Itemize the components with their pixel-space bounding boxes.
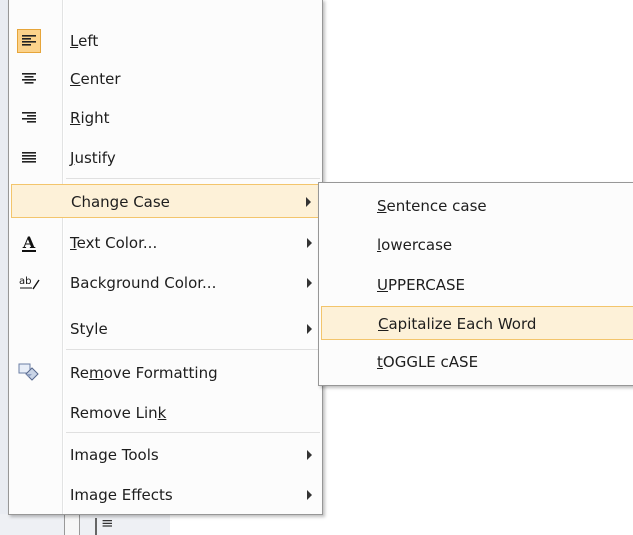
menu-item-text-color[interactable]: A Text Color...	[11, 226, 320, 260]
menu-item-label: Image Tools	[70, 446, 159, 464]
align-justify-icon	[17, 146, 41, 170]
submenu-item-sentence-case[interactable]: Sentence case	[321, 189, 633, 223]
menu-separator	[66, 432, 320, 433]
align-center-icon	[17, 67, 41, 91]
menu-item-image-effects[interactable]: Image Effects	[11, 478, 320, 512]
menu-item-left[interactable]: Left	[11, 24, 320, 58]
menu-item-label: Center	[70, 70, 121, 88]
menu-item-label: Justify	[70, 149, 116, 167]
submenu-arrow-icon	[307, 490, 312, 500]
menu-item-label: Remove Formatting	[70, 364, 218, 382]
submenu-arrow-icon	[307, 450, 312, 460]
menu-item-label: Image Effects	[70, 486, 173, 504]
menu-item-change-case[interactable]: Change Case	[11, 184, 320, 218]
menu-separator	[66, 178, 320, 179]
remove-formatting-icon	[17, 361, 41, 385]
submenu-item-label: lowercase	[377, 236, 453, 254]
menu-item-right[interactable]: Right	[11, 101, 320, 135]
menu-item-background-color[interactable]: ab Background Color...	[11, 266, 320, 300]
menu-item-image-tools[interactable]: Image Tools	[11, 438, 320, 472]
submenu-arrow-icon	[306, 197, 311, 207]
submenu-item-uppercase[interactable]: UPPERCASE	[321, 268, 633, 302]
menu-item-label: Right	[70, 109, 110, 127]
menu-item-label: Text Color...	[70, 234, 158, 252]
align-left-icon	[17, 29, 41, 53]
submenu-item-label: Sentence case	[377, 197, 487, 215]
menu-item-label: Background Color...	[70, 274, 217, 292]
menu-item-label: Remove Link	[70, 404, 167, 422]
menu-item-label: Change Case	[71, 193, 170, 211]
menu-item-remove-link[interactable]: Remove Link	[11, 396, 320, 430]
submenu-arrow-icon	[307, 238, 312, 248]
background-color-glyph: ab	[19, 276, 31, 287]
change-case-submenu: Sentence case lowercase UPPERCASE Capita…	[318, 182, 633, 386]
menu-separator	[66, 349, 320, 350]
menu-item-style[interactable]: Style	[11, 312, 320, 346]
submenu-item-label: tOGGLE cASE	[377, 353, 479, 371]
menu-item-label: Style	[70, 320, 108, 338]
app-toolbar-fragment	[0, 514, 170, 535]
context-menu: Left Center Right Justify Change Case A	[8, 0, 323, 515]
list-icon	[95, 514, 127, 535]
menu-item-center[interactable]: Center	[11, 62, 320, 96]
align-right-icon	[17, 106, 41, 130]
submenu-item-label: Capitalize Each Word	[378, 315, 537, 333]
menu-item-label: Left	[70, 32, 99, 50]
toolbar-fragment-icon	[64, 514, 80, 535]
submenu-item-toggle-case[interactable]: tOGGLE cASE	[321, 345, 633, 379]
submenu-arrow-icon	[307, 278, 312, 288]
submenu-arrow-icon	[307, 324, 312, 334]
submenu-item-lowercase[interactable]: lowercase	[321, 228, 633, 262]
menu-item-remove-formatting[interactable]: Remove Formatting	[11, 356, 320, 390]
text-color-glyph: A	[22, 233, 36, 252]
background-color-icon: ab	[17, 271, 41, 295]
menu-item-justify[interactable]: Justify	[11, 141, 320, 175]
text-color-icon: A	[17, 231, 41, 255]
submenu-item-capitalize-each-word[interactable]: Capitalize Each Word	[321, 306, 633, 340]
submenu-item-label: UPPERCASE	[377, 276, 465, 294]
